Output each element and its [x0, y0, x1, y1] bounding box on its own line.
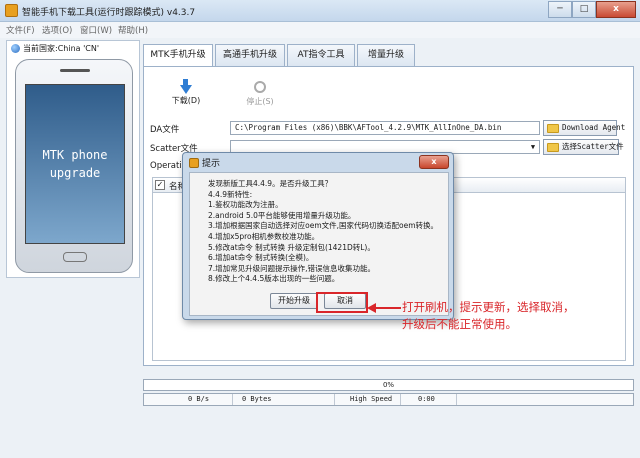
stop-button[interactable]: 停止(S) — [240, 79, 280, 107]
folder-icon — [547, 143, 559, 152]
chevron-down-icon: ▼ — [530, 143, 536, 151]
region-indicator: 当前国家:China 'CN' — [11, 43, 99, 54]
menu-help[interactable]: 帮助(H) — [118, 24, 148, 36]
dialog-line: 7.增加常见升级问题提示操作,错误信息收集功能。 — [208, 263, 376, 273]
phone-screen-line: upgrade — [49, 166, 101, 180]
stop-label: 停止(S) — [246, 97, 274, 106]
phone-screen-line: MTK phone — [42, 148, 108, 162]
menu-options[interactable]: 选项(O) — [42, 24, 72, 36]
da-file-input[interactable]: C:\Program Files (x86)\BBK\AFTool_4.2.9\… — [230, 121, 540, 135]
start-upgrade-button[interactable]: 开始升级 — [270, 293, 318, 309]
select-scatter-button[interactable]: 选择Scatter文件 — [543, 139, 624, 155]
folder-icon — [547, 124, 559, 133]
globe-icon — [11, 44, 20, 53]
phone-image: MTK phone upgrade — [15, 59, 133, 273]
progress-bar: 0% — [143, 379, 634, 391]
download-label: 下载(D) — [171, 96, 201, 105]
phone-home-button — [63, 252, 87, 262]
cancel-highlight-box — [316, 292, 368, 313]
phone-speaker — [60, 69, 90, 72]
tab-qualcomm-upgrade[interactable]: 高通手机升级 — [215, 44, 285, 66]
dialog-title: 提示 — [202, 159, 221, 169]
dialog-line: 5.修改at命令 制式转换 升级定制包(1421D转L)。 — [208, 242, 375, 252]
tab-at-command-tool[interactable]: AT指令工具 — [287, 44, 355, 66]
dialog-line: 发现新版工具4.4.9。是否升级工具？ — [208, 179, 333, 188]
menu-bar: 文件(F) 选项(O) 窗口(W) 帮助(H) — [0, 22, 640, 38]
window-controls: ─ □ x — [548, 1, 636, 19]
phone-screen: MTK phone upgrade — [25, 84, 125, 244]
arrow-left-icon — [367, 303, 376, 313]
download-arrow-icon — [166, 79, 206, 95]
close-button[interactable]: x — [596, 1, 636, 18]
select-scatter-label: 选择Scatter文件 — [562, 142, 624, 151]
dialog-message: 发现新版工具4.4.9。是否升级工具？ 4.4.9新特性: 1.鉴权功能改为注册… — [208, 179, 446, 285]
dialog-close-button[interactable]: x — [419, 155, 449, 169]
title-bar: 智能手机下载工具(运行时跟踪模式) v4.3.7 ─ □ x — [0, 0, 640, 22]
annotation-line: 升级后不能正常使用。 — [402, 317, 517, 331]
download-agent-label: Download Agent — [562, 123, 626, 132]
annotation-line: 打开刷机，提示更新，选择取消， — [402, 300, 575, 314]
device-panel: 当前国家:China 'CN' MTK phone upgrade — [6, 40, 140, 278]
dialog-line: 4.增加x5pro相机参数校准功能。 — [208, 231, 320, 241]
dialog-line: 1.鉴权功能改为注册。 — [208, 200, 283, 210]
download-agent-button[interactable]: Download Agent — [543, 120, 625, 136]
dialog-title-bar: 提示 — [189, 156, 220, 169]
dialog-line: 6.增加at命令 制式转换(全模)。 — [208, 253, 314, 263]
status-bytes: 0 Bytes — [242, 395, 272, 403]
status-time: 0:00 — [418, 395, 435, 403]
window-title: 智能手机下载工具(运行时跟踪模式) v4.3.7 — [22, 8, 196, 18]
app-icon — [5, 4, 18, 17]
annotation-note: 打开刷机，提示更新，选择取消， 升级后不能正常使用。 — [402, 299, 634, 333]
annotation-arrow — [375, 307, 401, 309]
dialog-line: 4.4.9新特性: — [208, 189, 253, 199]
app-icon — [189, 157, 199, 168]
tab-incremental-upgrade[interactable]: 增量升级 — [357, 44, 415, 66]
menu-window[interactable]: 窗口(W) — [80, 24, 112, 36]
status-mode: High Speed — [350, 395, 393, 403]
dialog-line: 3.增加根据国家自动选择对应oem文件,国家代码切换适配oem转换。 — [208, 221, 439, 231]
da-file-label: DA文件 — [150, 125, 180, 135]
dialog-line: 2.android 5.0平台能够使用增量升级功能。 — [208, 210, 356, 220]
dialog-line: 8.修改上个4.4.5版本出现的一些问题。 — [208, 274, 340, 284]
status-bar: 0 B/s 0 Bytes High Speed 0:00 — [143, 393, 634, 406]
select-all-checkbox[interactable]: ✓ — [155, 180, 165, 190]
status-speed: 0 B/s — [188, 395, 210, 403]
stop-icon — [254, 81, 266, 93]
maximize-button[interactable]: □ — [572, 1, 596, 18]
progress-percent: 0% — [382, 381, 395, 389]
download-button[interactable]: 下载(D) — [166, 79, 206, 106]
menu-file[interactable]: 文件(F) — [6, 24, 35, 36]
tab-mtk-upgrade[interactable]: MTK手机升级 — [143, 44, 213, 67]
minimize-button[interactable]: ─ — [548, 1, 572, 18]
region-text: 当前国家:China 'CN' — [23, 44, 100, 53]
